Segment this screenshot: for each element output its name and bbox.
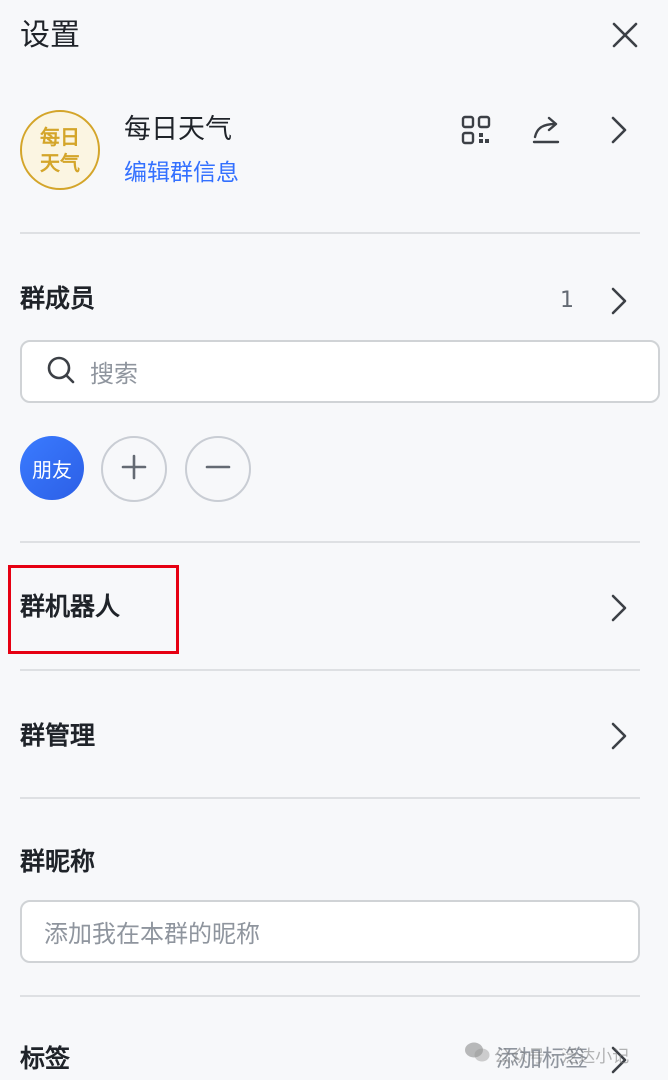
nickname-placeholder: 添加我在本群的昵称 — [44, 920, 260, 948]
member-avatar-label: 朋友 — [32, 457, 72, 482]
divider — [20, 669, 640, 671]
group-avatar-line1: 每日 — [40, 125, 80, 149]
search-placeholder: 搜索 — [90, 360, 138, 388]
bots-chevron-right-icon[interactable] — [606, 591, 632, 625]
management-title[interactable]: 群管理 — [20, 719, 95, 753]
members-chevron-right-icon[interactable] — [606, 284, 632, 318]
page-title: 设置 — [20, 18, 80, 53]
qrcode-icon[interactable] — [459, 113, 493, 147]
remove-member-button[interactable] — [185, 436, 251, 502]
tags-title: 标签 — [20, 1044, 71, 1073]
highlight-box — [8, 565, 179, 654]
member-count: 1 — [560, 288, 574, 313]
member-search-input[interactable]: 搜索 — [20, 340, 660, 403]
divider — [20, 995, 640, 997]
group-name: 每日天气 — [124, 114, 232, 145]
watermark: 公众号 · 泛达小记 — [464, 1041, 629, 1068]
minus-icon — [204, 453, 232, 485]
wechat-icon — [464, 1041, 490, 1068]
group-avatar-line2: 天气 — [40, 151, 80, 175]
add-member-button[interactable] — [101, 436, 167, 502]
management-chevron-right-icon[interactable] — [606, 719, 632, 753]
members-title: 群成员 — [20, 284, 96, 313]
divider — [20, 232, 640, 234]
divider — [20, 797, 640, 799]
group-info-chevron-right-icon[interactable] — [606, 113, 632, 147]
divider — [20, 541, 640, 543]
nickname-title: 群昵称 — [20, 847, 96, 876]
close-icon[interactable] — [608, 18, 642, 52]
search-icon — [46, 355, 76, 389]
edit-group-info-link[interactable]: 编辑群信息 — [124, 157, 239, 189]
watermark-text: 公众号 · 泛达小记 — [494, 1047, 630, 1067]
plus-icon — [120, 453, 148, 485]
group-avatar: 每日 天气 — [20, 110, 100, 190]
member-avatar[interactable]: 朋友 — [20, 436, 84, 500]
nickname-input[interactable]: 添加我在本群的昵称 — [20, 900, 640, 963]
share-icon[interactable] — [529, 113, 563, 147]
